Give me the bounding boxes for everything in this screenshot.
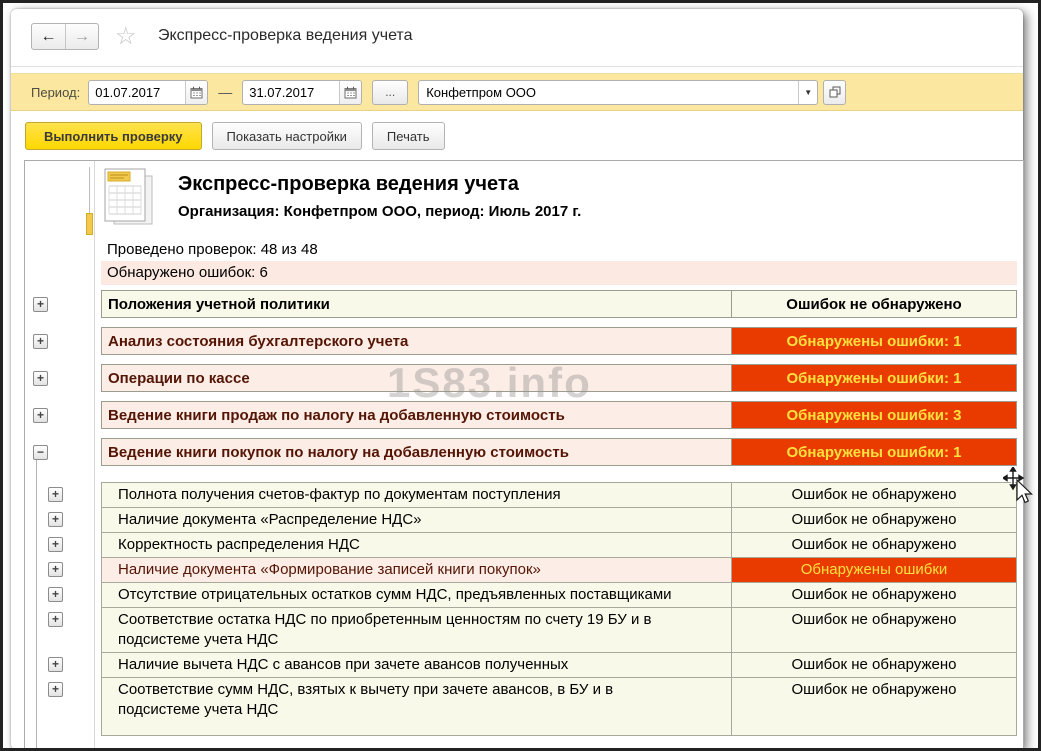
check-label: Полнота получения счетов-фактур по докум…: [102, 483, 732, 507]
favorite-star-icon[interactable]: ☆: [115, 22, 137, 51]
check-label: Наличие документа «Формирование записей …: [102, 558, 732, 582]
group-marker-line: [89, 167, 90, 213]
check-status: Ошибок не обнаружено: [732, 533, 1016, 557]
check-status: Ошибок не обнаружено: [732, 653, 1016, 677]
check-status: Ошибок не обнаружено: [732, 678, 1016, 735]
errors-found-row: Обнаружено ошибок: 6: [101, 261, 1017, 285]
back-icon: ←: [41, 28, 57, 46]
check-row: + Наличие вычета НДС с авансов при зачет…: [101, 653, 1017, 678]
calendar-button[interactable]: [339, 81, 361, 104]
expand-icon[interactable]: +: [33, 297, 48, 312]
section-status: Обнаружены ошибки: 1: [732, 328, 1016, 354]
open-organization-button[interactable]: [823, 80, 846, 105]
period-label: Период:: [31, 85, 80, 100]
document-icon: [101, 167, 159, 234]
report-subtitle: Организация: Конфетпром ООО, период: Июл…: [178, 203, 581, 220]
expand-icon[interactable]: +: [48, 512, 63, 527]
check-status: Ошибок не обнаружено: [732, 483, 1016, 507]
collapse-icon[interactable]: −: [33, 445, 48, 460]
expand-icon[interactable]: +: [48, 587, 63, 602]
check-row: + Соответствие сумм НДС, взятых к вычету…: [101, 678, 1017, 736]
expand-icon[interactable]: +: [33, 408, 48, 423]
print-button[interactable]: Печать: [372, 122, 445, 150]
section-status: Обнаружены ошибки: 3: [732, 402, 1016, 428]
tree-guide-line: [36, 458, 37, 749]
check-row: + Наличие документа «Формирование записе…: [101, 558, 1017, 583]
expand-icon[interactable]: +: [33, 334, 48, 349]
nav-button-group: ← →: [31, 23, 99, 50]
section-status: Обнаружены ошибки: 1: [732, 365, 1016, 391]
screenshot-frame: ← → ☆ Экспресс-проверка ведения учета Пе…: [0, 0, 1041, 751]
period-bar: Период: 01.07.2017 — 31.07.2017 ... Конф…: [11, 73, 1023, 111]
check-status: Обнаружены ошибки: [732, 558, 1016, 582]
report-title: Экспресс-проверка ведения учета: [178, 173, 519, 196]
check-row: + Корректность распределения НДС Ошибок …: [101, 533, 1017, 558]
section-status: Ошибок не обнаружено: [732, 291, 1016, 317]
window-title: Экспресс-проверка ведения учета: [158, 27, 412, 45]
open-icon: [829, 86, 841, 98]
calendar-icon: [344, 86, 357, 99]
section-row: + Анализ состояния бухгалтерского учета …: [101, 327, 1017, 355]
run-check-button[interactable]: Выполнить проверку: [25, 122, 202, 150]
organization-combobox[interactable]: Конфетпром ООО ▼: [418, 80, 818, 105]
period-more-button[interactable]: ...: [372, 80, 408, 105]
date-from-field[interactable]: 01.07.2017: [88, 80, 208, 105]
expand-icon[interactable]: +: [48, 537, 63, 552]
dropdown-arrow-icon[interactable]: ▼: [798, 81, 817, 104]
date-to-value[interactable]: 31.07.2017: [243, 85, 339, 100]
section-row: − Ведение книги покупок по налогу на доб…: [101, 438, 1017, 466]
section-label: Ведение книги продаж по налогу на добавл…: [102, 402, 732, 428]
section-row: + Ведение книги продаж по налогу на доба…: [101, 401, 1017, 429]
check-status: Ошибок не обнаружено: [732, 608, 1016, 652]
date-to-field[interactable]: 31.07.2017: [242, 80, 362, 105]
check-label: Соответствие остатка НДС по приобретенны…: [102, 608, 732, 652]
calendar-button[interactable]: [185, 81, 207, 104]
check-row: + Наличие документа «Распределение НДС» …: [101, 508, 1017, 533]
date-from-value[interactable]: 01.07.2017: [89, 85, 185, 100]
check-row: + Полнота получения счетов-фактур по док…: [101, 482, 1017, 508]
section-label: Анализ состояния бухгалтерского учета: [102, 328, 732, 354]
check-status: Ошибок не обнаружено: [732, 583, 1016, 607]
section-row: + Положения учетной политики Ошибок не о…: [101, 290, 1017, 318]
gutter-separator: [94, 161, 95, 748]
expand-icon[interactable]: +: [48, 562, 63, 577]
section-label: Ведение книги покупок по налогу на добав…: [102, 439, 732, 465]
check-label: Отсутствие отрицательных остатков сумм Н…: [102, 583, 732, 607]
expand-icon[interactable]: +: [48, 682, 63, 697]
action-toolbar: Выполнить проверку Показать настройки Пе…: [11, 111, 1023, 161]
forward-button[interactable]: →: [65, 24, 98, 49]
mouse-cursor-icon: [1003, 467, 1039, 507]
check-status: Ошибок не обнаружено: [732, 508, 1016, 532]
expand-icon[interactable]: +: [33, 371, 48, 386]
period-dash: —: [218, 84, 232, 100]
section-label: Операции по кассе: [102, 365, 732, 391]
check-row: + Соответствие остатка НДС по приобретен…: [101, 608, 1017, 653]
show-settings-button[interactable]: Показать настройки: [212, 122, 362, 150]
title-bar: ← → ☆ Экспресс-проверка ведения учета: [11, 9, 1023, 67]
subtable: + Полнота получения счетов-фактур по док…: [101, 482, 1017, 736]
check-label: Наличие вычета НДС с авансов при зачете …: [102, 653, 732, 677]
organization-value[interactable]: Конфетпром ООО: [419, 85, 798, 100]
section-status: Обнаружены ошибки: 1: [732, 439, 1016, 465]
checks-done-row: Проведено проверок: 48 из 48: [101, 238, 1017, 261]
app-window: ← → ☆ Экспресс-проверка ведения учета Пе…: [11, 9, 1023, 750]
check-label: Наличие документа «Распределение НДС»: [102, 508, 732, 532]
check-row: + Отсутствие отрицательных остатков сумм…: [101, 583, 1017, 608]
expand-icon[interactable]: +: [48, 612, 63, 627]
expand-icon[interactable]: +: [48, 487, 63, 502]
back-button[interactable]: ←: [32, 24, 65, 49]
check-label: Соответствие сумм НДС, взятых к вычету п…: [102, 678, 732, 735]
check-label: Корректность распределения НДС: [102, 533, 732, 557]
forward-icon: →: [74, 28, 90, 46]
section-row: + Операции по кассе Обнаружены ошибки: 1: [101, 364, 1017, 392]
report-table: + Положения учетной политики Ошибок не о…: [101, 290, 1017, 736]
expand-icon[interactable]: +: [48, 657, 63, 672]
section-label: Положения учетной политики: [102, 291, 732, 317]
group-marker[interactable]: [86, 213, 93, 235]
sections-group: + Положения учетной политики Ошибок не о…: [101, 290, 1017, 466]
report-area: Экспресс-проверка ведения учета Организа…: [24, 160, 1024, 749]
calendar-icon: [190, 86, 203, 99]
